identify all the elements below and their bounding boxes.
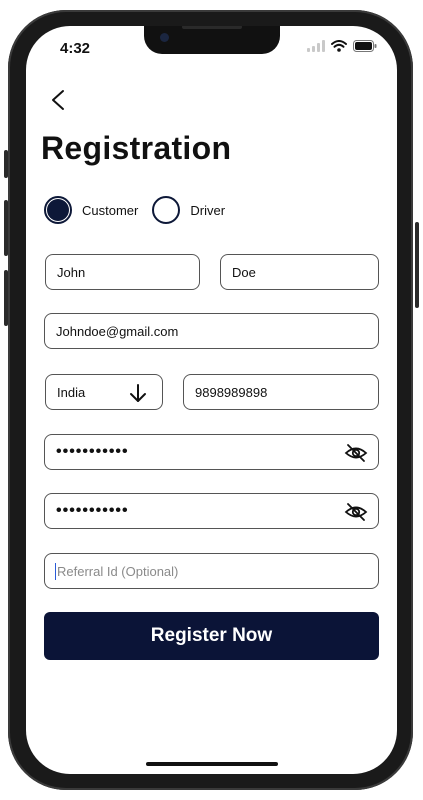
volume-down-button	[4, 270, 8, 326]
country-value: India	[57, 384, 86, 400]
speaker	[182, 26, 242, 29]
radio-customer-label: Customer	[82, 202, 139, 218]
phone-value: 9898989898	[195, 384, 268, 400]
first-name-field[interactable]: John	[45, 254, 200, 290]
app-screen: 4:32 Registration Customer Driver John D…	[26, 26, 397, 774]
password-value: •••••••••••	[56, 443, 129, 460]
back-arrow-icon	[52, 90, 64, 110]
page-title: Registration	[41, 130, 232, 166]
notch	[144, 26, 280, 54]
radio-driver[interactable]	[152, 196, 181, 224]
role-selector: Customer Driver	[44, 196, 239, 224]
back-button[interactable]	[44, 86, 72, 114]
radio-selected-dot	[47, 199, 69, 221]
referral-field[interactable]: Referral Id (Optional)	[44, 553, 379, 589]
home-indicator	[146, 762, 278, 766]
phone-field[interactable]: 9898989898	[183, 374, 379, 410]
status-time: 4:32	[60, 40, 91, 57]
wifi-icon	[331, 40, 347, 52]
email-field[interactable]: Johndoe@gmail.com	[44, 313, 379, 349]
radio-customer[interactable]	[44, 196, 72, 224]
text-caret	[55, 562, 56, 580]
mute-switch	[4, 150, 8, 178]
volume-up-button	[4, 200, 8, 256]
last-name-value: Doe	[232, 264, 256, 280]
email-value: Johndoe@gmail.com	[56, 323, 179, 339]
eye-off-icon[interactable]	[344, 443, 368, 463]
status-icons	[307, 40, 377, 52]
arrow-down-icon	[130, 384, 146, 402]
camera-icon	[160, 33, 169, 42]
battery-icon	[353, 40, 377, 52]
radio-driver-label: Driver	[190, 202, 226, 218]
signal-icon	[307, 40, 325, 52]
first-name-value: John	[57, 264, 86, 280]
password-field[interactable]: •••••••••••	[44, 434, 379, 470]
power-button	[415, 222, 419, 308]
eye-off-icon[interactable]	[344, 502, 368, 522]
referral-placeholder: Referral Id (Optional)	[57, 563, 179, 579]
country-select[interactable]: India	[45, 374, 163, 410]
confirm-password-value: •••••••••••	[56, 502, 129, 519]
confirm-password-field[interactable]: •••••••••••	[44, 493, 379, 529]
register-button[interactable]: Register Now	[44, 612, 379, 660]
last-name-field[interactable]: Doe	[220, 254, 379, 290]
